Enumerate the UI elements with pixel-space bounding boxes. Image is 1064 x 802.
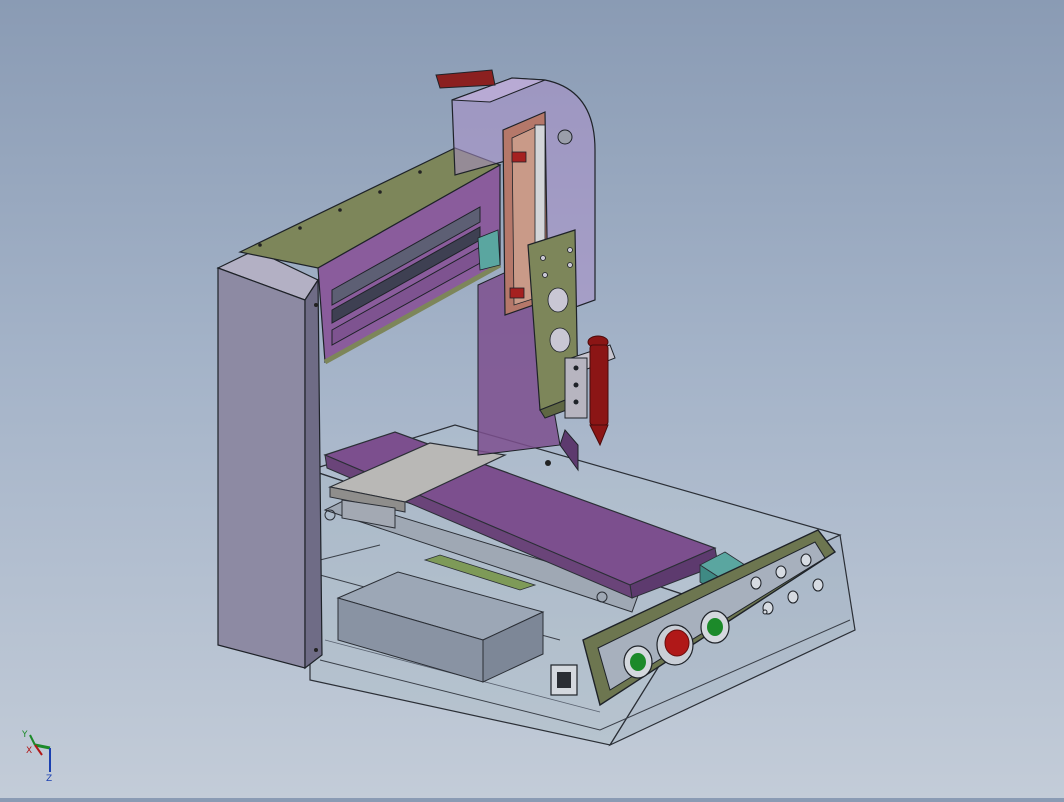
dispensing-robot-model: Y X Z	[21, 69, 856, 784]
left-pillar	[216, 249, 323, 670]
coordinate-triad: Y X Z	[21, 730, 52, 784]
axis-x-label: X	[26, 746, 32, 756]
power-switch	[550, 664, 578, 696]
green-button-left	[623, 645, 653, 679]
axis-z-label: Z	[46, 774, 52, 784]
green-button-right	[700, 610, 730, 644]
cad-viewport[interactable]: Y X Z	[0, 0, 1064, 798]
emergency-stop-button	[656, 624, 694, 666]
axis-y-label: Y	[21, 730, 28, 740]
